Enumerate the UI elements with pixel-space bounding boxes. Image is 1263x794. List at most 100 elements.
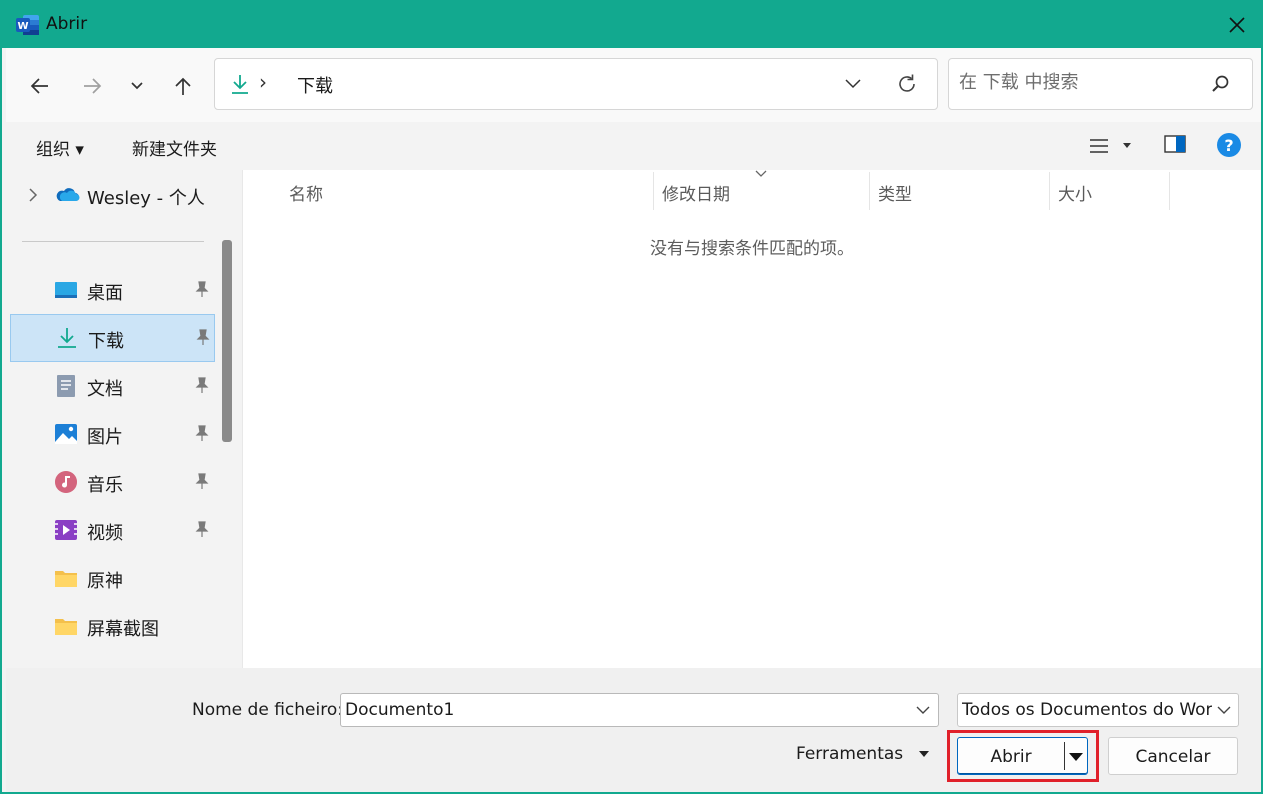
column-header-name[interactable]: 名称 xyxy=(243,170,653,210)
sidebar-item-label: 音乐 xyxy=(87,475,123,496)
preview-pane-button[interactable] xyxy=(1164,134,1188,158)
sidebar-item-partial[interactable] xyxy=(10,652,215,668)
command-bar: 组织 ▾ 新建文件夹 ? xyxy=(6,122,1261,170)
tools-menu-button[interactable]: Ferramentas xyxy=(796,744,903,764)
search-icon xyxy=(1212,75,1229,92)
up-button[interactable] xyxy=(165,68,201,104)
pictures-icon xyxy=(55,424,77,444)
arrow-left-icon xyxy=(30,78,48,94)
close-button[interactable] xyxy=(1217,6,1257,44)
filename-label: Nome de ficheiro: xyxy=(192,700,343,720)
pin-icon xyxy=(195,425,209,441)
sidebar-item-yuanshen[interactable]: 原神 xyxy=(10,555,215,601)
filetype-dropdown[interactable]: Todos os Documentos do Word xyxy=(957,693,1239,727)
word-app-icon: W xyxy=(16,15,39,35)
preview-pane-icon xyxy=(1164,135,1186,153)
arrow-up-icon xyxy=(175,77,191,95)
onedrive-cloud-icon xyxy=(56,188,80,201)
empty-folder-message: 没有与搜索条件匹配的项。 xyxy=(650,239,854,259)
open-file-dialog: W Abrir › 下载 在 下载 中搜索 组织 ▾ 新建文件夹 ? Wesle… xyxy=(0,0,1263,794)
column-header-size[interactable]: 大小 xyxy=(1050,170,1169,210)
sidebar-item-onedrive[interactable]: Wesley - 个人 xyxy=(10,172,215,216)
cancel-button-label: Cancelar xyxy=(1135,747,1211,767)
sidebar-item-pictures[interactable]: 图片 xyxy=(10,411,215,457)
folder-icon xyxy=(55,619,77,635)
window-title: Abrir xyxy=(46,14,88,34)
close-icon xyxy=(1229,17,1245,33)
sidebar-scrollbar-thumb[interactable] xyxy=(222,240,232,442)
pin-icon xyxy=(196,329,210,345)
svg-text:?: ? xyxy=(1224,136,1233,155)
new-folder-button[interactable]: 新建文件夹 xyxy=(132,135,217,160)
recent-locations-button[interactable] xyxy=(119,68,155,104)
sort-chevron-icon xyxy=(755,170,767,177)
column-header-type[interactable]: 类型 xyxy=(870,170,1049,210)
folder-icon xyxy=(55,571,77,587)
sidebar-item-label: 原神 xyxy=(87,571,123,592)
download-icon xyxy=(58,328,76,348)
pin-icon xyxy=(195,377,209,393)
sidebar-item-label: 图片 xyxy=(87,427,123,448)
refresh-button[interactable] xyxy=(895,72,921,98)
chevron-down-icon[interactable] xyxy=(915,704,931,716)
sidebar-item-label: 桌面 xyxy=(87,283,123,304)
chevron-down-icon xyxy=(1217,706,1231,714)
sidebar-item-documents[interactable]: 文档 xyxy=(10,363,215,409)
back-button[interactable] xyxy=(22,68,58,104)
help-icon: ? xyxy=(1217,133,1241,157)
sidebar-item-music[interactable]: 音乐 xyxy=(10,459,215,505)
sidebar-item-desktop[interactable]: 桌面 xyxy=(10,267,215,313)
breadcrumb-current-folder[interactable]: 下载 xyxy=(297,72,333,98)
sidebar-item-downloads[interactable]: 下载 xyxy=(10,314,215,362)
forward-button[interactable] xyxy=(74,68,110,104)
column-header-label: 修改日期 xyxy=(662,185,730,205)
breadcrumb-separator: › xyxy=(259,70,267,94)
address-history-dropdown[interactable] xyxy=(843,73,867,97)
column-header-label: 类型 xyxy=(878,185,912,205)
desktop-icon xyxy=(55,282,77,298)
column-divider[interactable] xyxy=(1169,172,1170,210)
column-header-label: 名称 xyxy=(289,185,323,205)
caret-down-icon[interactable] xyxy=(918,750,930,758)
sidebar-item-label: 视频 xyxy=(87,523,123,544)
document-icon xyxy=(57,375,75,397)
view-options-button[interactable] xyxy=(1084,134,1136,158)
chevron-down-icon xyxy=(131,82,143,90)
sidebar-item-screenshots[interactable]: 屏幕截图 xyxy=(10,603,215,649)
address-bar[interactable]: › 下载 xyxy=(214,58,938,110)
pin-icon xyxy=(195,473,209,489)
refresh-icon xyxy=(899,74,915,92)
highlight-box xyxy=(947,730,1099,782)
cancel-button[interactable]: Cancelar xyxy=(1108,737,1238,775)
search-input[interactable] xyxy=(959,72,1209,93)
pin-icon xyxy=(195,521,209,537)
organize-menu-button[interactable]: 组织 ▾ xyxy=(36,135,84,160)
help-button[interactable]: ? xyxy=(1216,132,1242,158)
pin-icon xyxy=(195,281,209,297)
dialog-footer: Nome de ficheiro: Todos os Documentos do… xyxy=(6,668,1261,792)
navigation-pane: Wesley - 个人 桌面 下载 文档 图片 音乐 视频 原神 屏幕截图 xyxy=(6,170,238,668)
caret-down-icon xyxy=(1123,143,1131,148)
sidebar-item-label: 下载 xyxy=(88,331,124,352)
music-icon xyxy=(55,471,77,493)
filename-input[interactable] xyxy=(345,700,905,720)
filetype-selected-value: Todos os Documentos do Word xyxy=(962,700,1212,720)
svg-text:W: W xyxy=(17,21,28,32)
filename-combobox[interactable] xyxy=(340,693,939,727)
sidebar-item-label: Wesley - 个人 xyxy=(87,188,205,209)
video-icon xyxy=(55,520,77,540)
search-box[interactable] xyxy=(948,58,1253,110)
column-header-modified[interactable]: 修改日期 xyxy=(654,170,869,210)
sidebar-item-videos[interactable]: 视频 xyxy=(10,507,215,553)
sidebar-item-label: 文档 xyxy=(87,379,123,400)
chevron-down-icon xyxy=(845,79,861,89)
file-list: 名称 修改日期 类型 大小 没有与搜索条件匹配的项。 xyxy=(242,170,1261,668)
arrow-right-icon xyxy=(84,78,102,94)
sidebar-divider xyxy=(22,241,204,242)
list-view-icon xyxy=(1090,139,1108,153)
title-bar: W Abrir xyxy=(2,2,1261,48)
chevron-right-icon xyxy=(29,188,38,202)
download-icon xyxy=(232,75,248,94)
column-header-label: 大小 xyxy=(1058,185,1092,205)
navigation-bar: › 下载 xyxy=(6,48,1261,122)
